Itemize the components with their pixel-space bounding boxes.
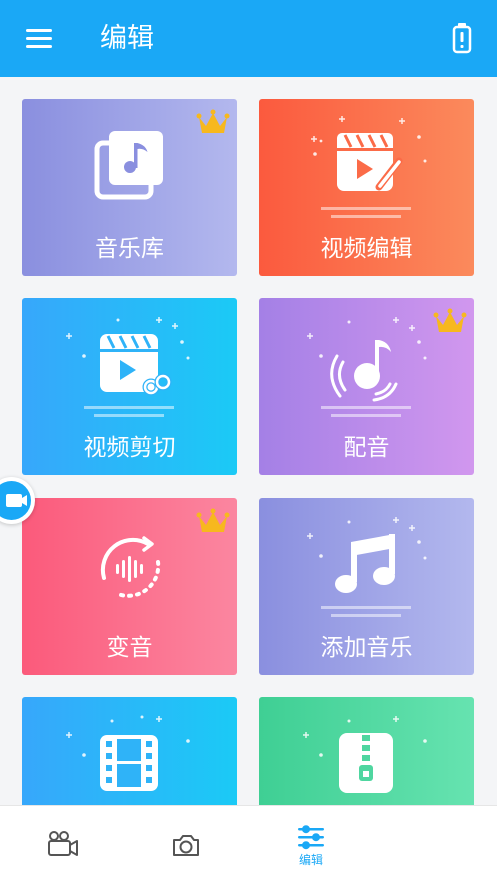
tile-voice-change[interactable]: 变音 bbox=[22, 498, 237, 675]
tile-film-strip[interactable] bbox=[22, 697, 237, 805]
video-edit-icon bbox=[311, 116, 427, 218]
tile-add-music[interactable]: 添加音乐 bbox=[259, 498, 474, 675]
page-title: 编辑 bbox=[100, 23, 154, 54]
video-camera-icon bbox=[6, 494, 27, 507]
add-music-icon bbox=[307, 517, 427, 617]
nav-item-record[interactable] bbox=[0, 806, 166, 885]
film-strip-icon bbox=[66, 715, 190, 791]
battery-icon[interactable] bbox=[449, 22, 475, 54]
nav-label: 编辑 bbox=[298, 853, 323, 867]
tile-label: 视频剪切 bbox=[83, 435, 176, 461]
floating-record-button[interactable] bbox=[0, 477, 35, 524]
nav-item-edit[interactable]: 编辑 bbox=[228, 806, 394, 885]
tile-video-cut[interactable]: 视频剪切 bbox=[22, 298, 237, 475]
tile-label: 变音 bbox=[106, 635, 153, 661]
app-header: 编辑 bbox=[0, 0, 497, 77]
tile-dubbing[interactable]: 配音 bbox=[259, 298, 474, 475]
video-camera-icon bbox=[48, 831, 78, 856]
tile-label: 音乐库 bbox=[95, 236, 164, 262]
crown-icon bbox=[433, 308, 467, 332]
menu-icon[interactable] bbox=[26, 29, 52, 49]
camera-icon bbox=[173, 835, 199, 856]
crown-icon bbox=[196, 109, 230, 133]
tile-video-edit[interactable]: 视频编辑 bbox=[259, 99, 474, 276]
tile-label: 视频编辑 bbox=[320, 236, 413, 262]
tile-music-library[interactable]: 音乐库 bbox=[22, 99, 237, 276]
sliders-icon bbox=[298, 825, 324, 850]
compress-icon bbox=[303, 716, 427, 793]
tile-label: 添加音乐 bbox=[320, 635, 413, 661]
video-cut-icon bbox=[66, 317, 190, 417]
bottom-nav: 编辑 bbox=[0, 805, 497, 885]
feature-grid: 音乐库 视频编辑 视频剪切 配音 变音 添加音乐 bbox=[0, 77, 497, 805]
tile-compress[interactable] bbox=[259, 697, 474, 805]
crown-icon bbox=[196, 508, 230, 532]
tile-label: 配音 bbox=[343, 435, 390, 461]
